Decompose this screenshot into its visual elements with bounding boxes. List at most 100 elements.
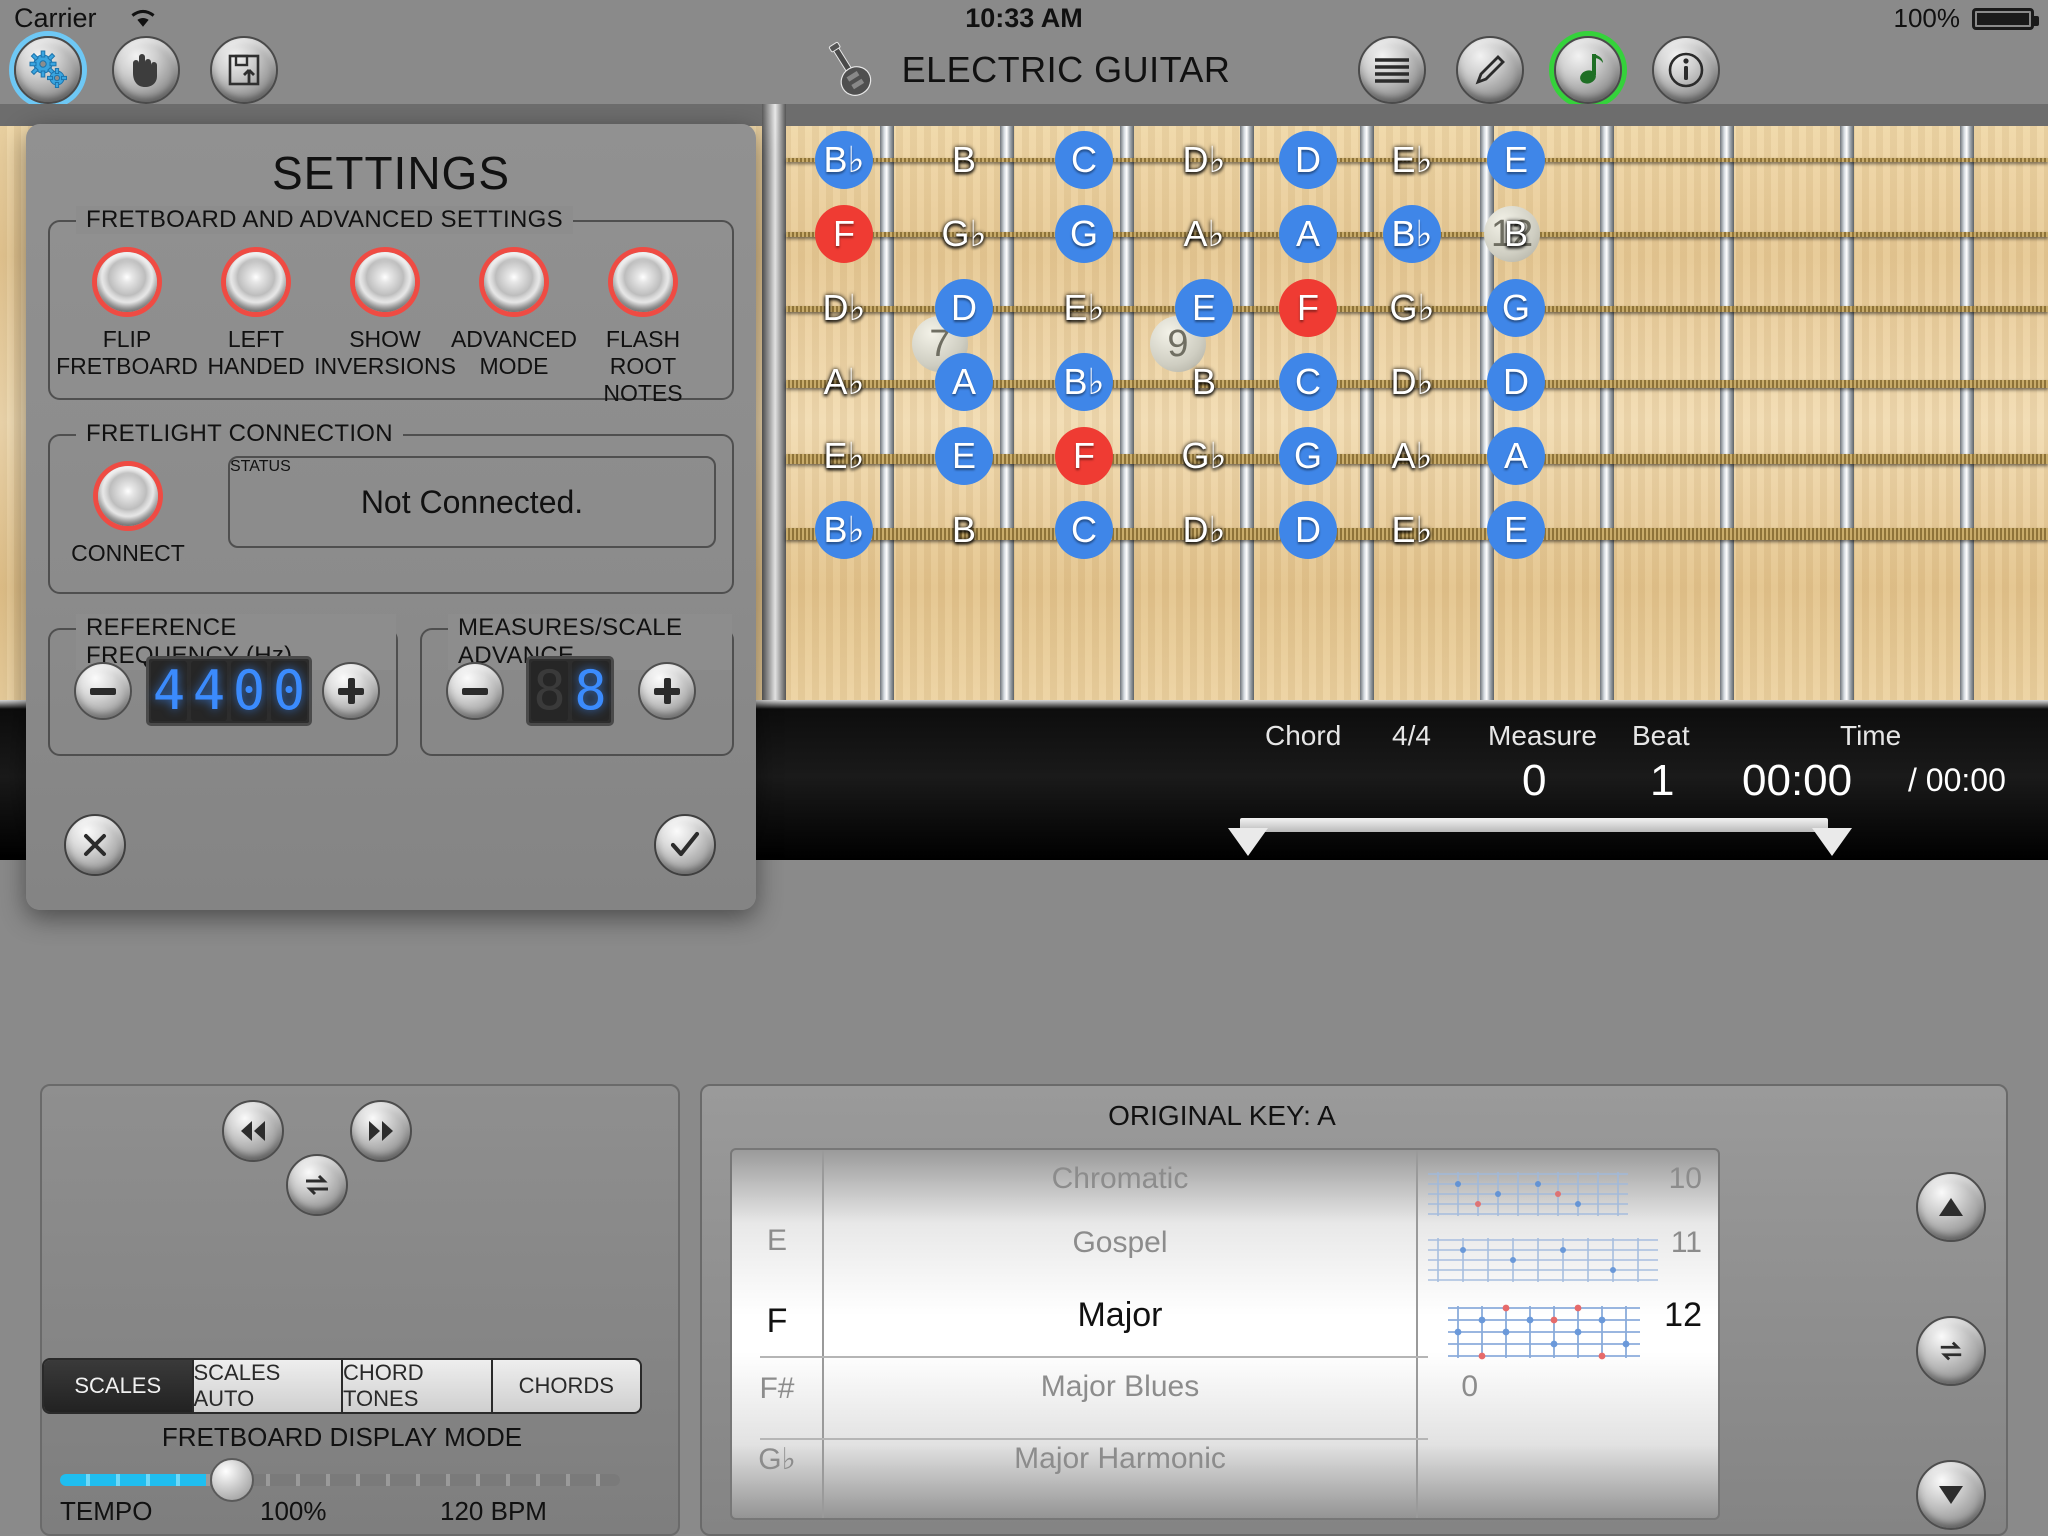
fretboard-note[interactable]: F: [1055, 427, 1113, 485]
tempo-slider-handle[interactable]: [210, 1458, 254, 1502]
scale-option[interactable]: Gospel: [824, 1226, 1416, 1260]
fretlight-connection-group: FRETLIGHT CONNECTION CONNECT STATUS Not …: [48, 420, 734, 594]
position-option[interactable]: 0: [1408, 1370, 1478, 1404]
fretboard-note[interactable]: B♭: [815, 131, 873, 189]
left-handed-knob[interactable]: [226, 252, 286, 312]
fretboard-note[interactable]: G♭: [935, 205, 993, 263]
key-option[interactable]: G♭: [732, 1442, 822, 1477]
fretboard-note[interactable]: A: [1487, 427, 1545, 485]
fretboard-note[interactable]: F: [1279, 279, 1337, 337]
hand-icon[interactable]: [112, 36, 180, 104]
key-option[interactable]: F#: [732, 1372, 822, 1406]
timeline-track[interactable]: [1240, 818, 1828, 832]
close-x-icon[interactable]: [64, 814, 126, 876]
fretboard-note[interactable]: B♭: [1383, 205, 1441, 263]
rewind-icon[interactable]: [222, 1100, 284, 1162]
fretboard-note[interactable]: D♭: [1175, 131, 1233, 189]
timeline-start-handle[interactable]: [1228, 828, 1268, 856]
checkmark-icon[interactable]: [654, 814, 716, 876]
fretboard-note[interactable]: E♭: [1383, 131, 1441, 189]
fretboard-note[interactable]: E♭: [815, 427, 873, 485]
key-column[interactable]: E F F# G♭: [732, 1150, 824, 1518]
fretboard-note[interactable]: C: [1055, 501, 1113, 559]
label-line-1: LEFT: [227, 326, 285, 352]
measures-scale-advance-group: MEASURES/SCALE ADVANCE 8 8: [420, 614, 734, 756]
fretboard-note[interactable]: E: [935, 427, 993, 485]
fretboard-note[interactable]: A♭: [815, 353, 873, 411]
scale-option[interactable]: Major Blues: [824, 1370, 1416, 1404]
fretboard-note[interactable]: E♭: [1055, 279, 1113, 337]
flash-root-notes-knob[interactable]: [613, 252, 673, 312]
fretboard-note[interactable]: A♭: [1383, 427, 1441, 485]
fretboard-note[interactable]: G: [1279, 427, 1337, 485]
fretboard-note[interactable]: E: [1487, 131, 1545, 189]
fretboard-note[interactable]: B: [1175, 353, 1233, 411]
fretboard-note[interactable]: G: [1487, 279, 1545, 337]
fretboard-note[interactable]: D♭: [1383, 353, 1441, 411]
advanced-mode-knob[interactable]: [484, 252, 544, 312]
fretboard-note[interactable]: A: [935, 353, 993, 411]
scale-option-selected[interactable]: Major: [824, 1296, 1416, 1335]
fretboard-note[interactable]: G: [1055, 205, 1113, 263]
triangle-down-icon[interactable]: [1916, 1460, 1986, 1530]
fretboard-note[interactable]: B: [935, 501, 993, 559]
tab-scales[interactable]: SCALES: [44, 1360, 194, 1412]
settings-gears-icon[interactable]: [14, 36, 82, 104]
connect-knob[interactable]: [98, 466, 158, 526]
reference-plus-button[interactable]: [322, 662, 380, 720]
fast-forward-icon[interactable]: [350, 1100, 412, 1162]
fretboard-note[interactable]: A: [1279, 205, 1337, 263]
fretboard-note[interactable]: A♭: [1175, 205, 1233, 263]
fretboard-note[interactable]: B: [935, 131, 993, 189]
fretlight-connection-legend: FRETLIGHT CONNECTION: [76, 420, 403, 448]
tab-chord-tones[interactable]: CHORD TONES: [343, 1360, 493, 1412]
scale-option[interactable]: Chromatic: [824, 1162, 1416, 1196]
scale-picker[interactable]: E F F# G♭ Chromatic Gospel Major Major B…: [730, 1148, 1720, 1520]
triangle-up-icon[interactable]: [1916, 1172, 1986, 1242]
fretboard-note[interactable]: F: [815, 205, 873, 263]
save-icon[interactable]: [210, 36, 278, 104]
beat-value: 1: [1650, 756, 1675, 805]
position-column[interactable]: 10 11 12 0: [1418, 1150, 1718, 1518]
fretboard-display-mode-tabs[interactable]: SCALES SCALES AUTO CHORD TONES CHORDS: [42, 1358, 642, 1414]
reference-minus-button[interactable]: [74, 662, 132, 720]
fretboard-note[interactable]: B♭: [1055, 353, 1113, 411]
measures-minus-button[interactable]: [446, 662, 504, 720]
fretboard-note[interactable]: B♭: [815, 501, 873, 559]
fretboard-note[interactable]: E: [1487, 501, 1545, 559]
tempo-slider[interactable]: [60, 1458, 620, 1502]
tab-scales-auto[interactable]: SCALES AUTO: [193, 1360, 343, 1412]
list-lines-icon[interactable]: [1358, 36, 1426, 104]
loop-repeat-icon[interactable]: [1916, 1316, 1986, 1386]
music-note-icon[interactable]: [1554, 36, 1622, 104]
measures-plus-button[interactable]: [638, 662, 696, 720]
fretboard-note[interactable]: D: [1279, 131, 1337, 189]
fretboard-note[interactable]: G♭: [1175, 427, 1233, 485]
fretboard-note[interactable]: C: [1279, 353, 1337, 411]
fretboard-note[interactable]: C: [1055, 131, 1113, 189]
fretboard-note[interactable]: B: [1487, 205, 1545, 263]
fretboard-note[interactable]: E: [1175, 279, 1233, 337]
flip-fretboard-label: FLIP FRETBOARD: [52, 326, 202, 380]
fretboard-note[interactable]: G♭: [1383, 279, 1441, 337]
flip-fretboard-knob[interactable]: [97, 252, 157, 312]
timeline-end-handle[interactable]: [1812, 828, 1852, 856]
fretboard-note[interactable]: D: [1487, 353, 1545, 411]
fretboard-note[interactable]: D♭: [1175, 501, 1233, 559]
position-option[interactable]: 10: [1632, 1162, 1702, 1196]
fretboard-note[interactable]: D: [935, 279, 993, 337]
tab-chords[interactable]: CHORDS: [492, 1360, 640, 1412]
measure-label: Measure: [1488, 720, 1597, 751]
pencil-icon[interactable]: [1456, 36, 1524, 104]
scale-column[interactable]: Chromatic Gospel Major Major Blues Major…: [824, 1150, 1418, 1518]
loop-repeat-icon[interactable]: [286, 1154, 348, 1216]
show-inversions-knob[interactable]: [355, 252, 415, 312]
label-line-2: INVERSIONS: [314, 353, 456, 379]
fretboard-note[interactable]: D: [1279, 501, 1337, 559]
key-option[interactable]: E: [732, 1224, 822, 1258]
info-icon[interactable]: [1652, 36, 1720, 104]
key-option-selected[interactable]: F: [732, 1302, 822, 1341]
scale-option[interactable]: Major Harmonic: [824, 1442, 1416, 1476]
fretboard-note[interactable]: D♭: [815, 279, 873, 337]
fretboard-note[interactable]: E♭: [1383, 501, 1441, 559]
